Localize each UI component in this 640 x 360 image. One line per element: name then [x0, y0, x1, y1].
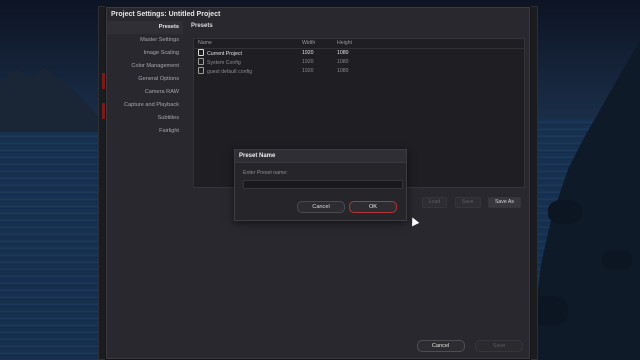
background-accent [102, 73, 105, 89]
document-icon [198, 49, 204, 56]
sidebar-item-master-settings[interactable]: Master Settings [107, 34, 183, 47]
modal-cancel-button[interactable]: Cancel [297, 201, 345, 213]
modal-title: Preset Name [235, 150, 406, 163]
preset-width: 1920 [302, 68, 314, 74]
table-row[interactable]: System Config 1920 1080 [194, 58, 524, 67]
preset-height: 1080 [337, 68, 349, 74]
cancel-button[interactable]: Cancel [416, 340, 465, 352]
save-as-button[interactable]: Save As [487, 197, 521, 208]
load-preset-button[interactable]: Load [421, 197, 448, 208]
preset-name-modal: Preset Name Enter Preset name: Cancel OK [234, 149, 407, 221]
sidebar-item-subtitles[interactable]: Subtitles [107, 112, 183, 125]
dialog-title: Project Settings: Untitled Project [111, 11, 221, 18]
column-header-name[interactable]: Name [198, 39, 212, 48]
sidebar-item-image-scaling[interactable]: Image Scaling [107, 47, 183, 60]
desktop-island-left [0, 67, 112, 132]
panel-heading: Presets [191, 23, 213, 29]
dialog-footer: Cancel Save [411, 334, 523, 352]
settings-sidebar: Presets Master Settings Image Scaling Co… [107, 21, 183, 321]
save-preset-button[interactable]: Save [454, 197, 481, 208]
save-button[interactable]: Save [475, 340, 523, 352]
document-icon [198, 58, 204, 65]
document-icon [198, 67, 204, 74]
desktop-rock [602, 250, 632, 270]
sidebar-item-general-options[interactable]: General Options [107, 73, 183, 86]
table-header: Name Width Height [194, 39, 524, 49]
preset-name-label: Enter Preset name: [243, 170, 288, 176]
preset-name: Current Project [207, 51, 242, 57]
sidebar-item-fairlight[interactable]: Fairlight [107, 125, 183, 138]
preset-height: 1080 [337, 59, 349, 65]
preset-name-cell: guest default config [198, 67, 252, 77]
desktop-rock [548, 200, 582, 224]
preset-width: 1920 [302, 50, 314, 56]
preset-name-input[interactable] [243, 180, 403, 189]
background-accent [102, 103, 105, 119]
table-row[interactable]: Current Project 1920 1080 [194, 49, 524, 58]
preset-name: guest default config [207, 69, 252, 75]
column-header-width[interactable]: Width [302, 39, 315, 48]
preset-actions: Load Save Save As [419, 190, 521, 208]
sidebar-item-camera-raw[interactable]: Camera RAW [107, 86, 183, 99]
preset-height: 1080 [337, 50, 349, 56]
sidebar-item-presets[interactable]: Presets [107, 21, 183, 34]
modal-ok-button[interactable]: OK [349, 201, 397, 213]
sidebar-item-capture-playback[interactable]: Capture and Playback [107, 99, 183, 112]
preset-name: System Config [207, 60, 241, 66]
column-header-height[interactable]: Height [337, 39, 352, 48]
table-row[interactable]: guest default config 1920 1080 [194, 67, 524, 76]
preset-width: 1920 [302, 59, 314, 65]
sidebar-item-color-management[interactable]: Color Management [107, 60, 183, 73]
